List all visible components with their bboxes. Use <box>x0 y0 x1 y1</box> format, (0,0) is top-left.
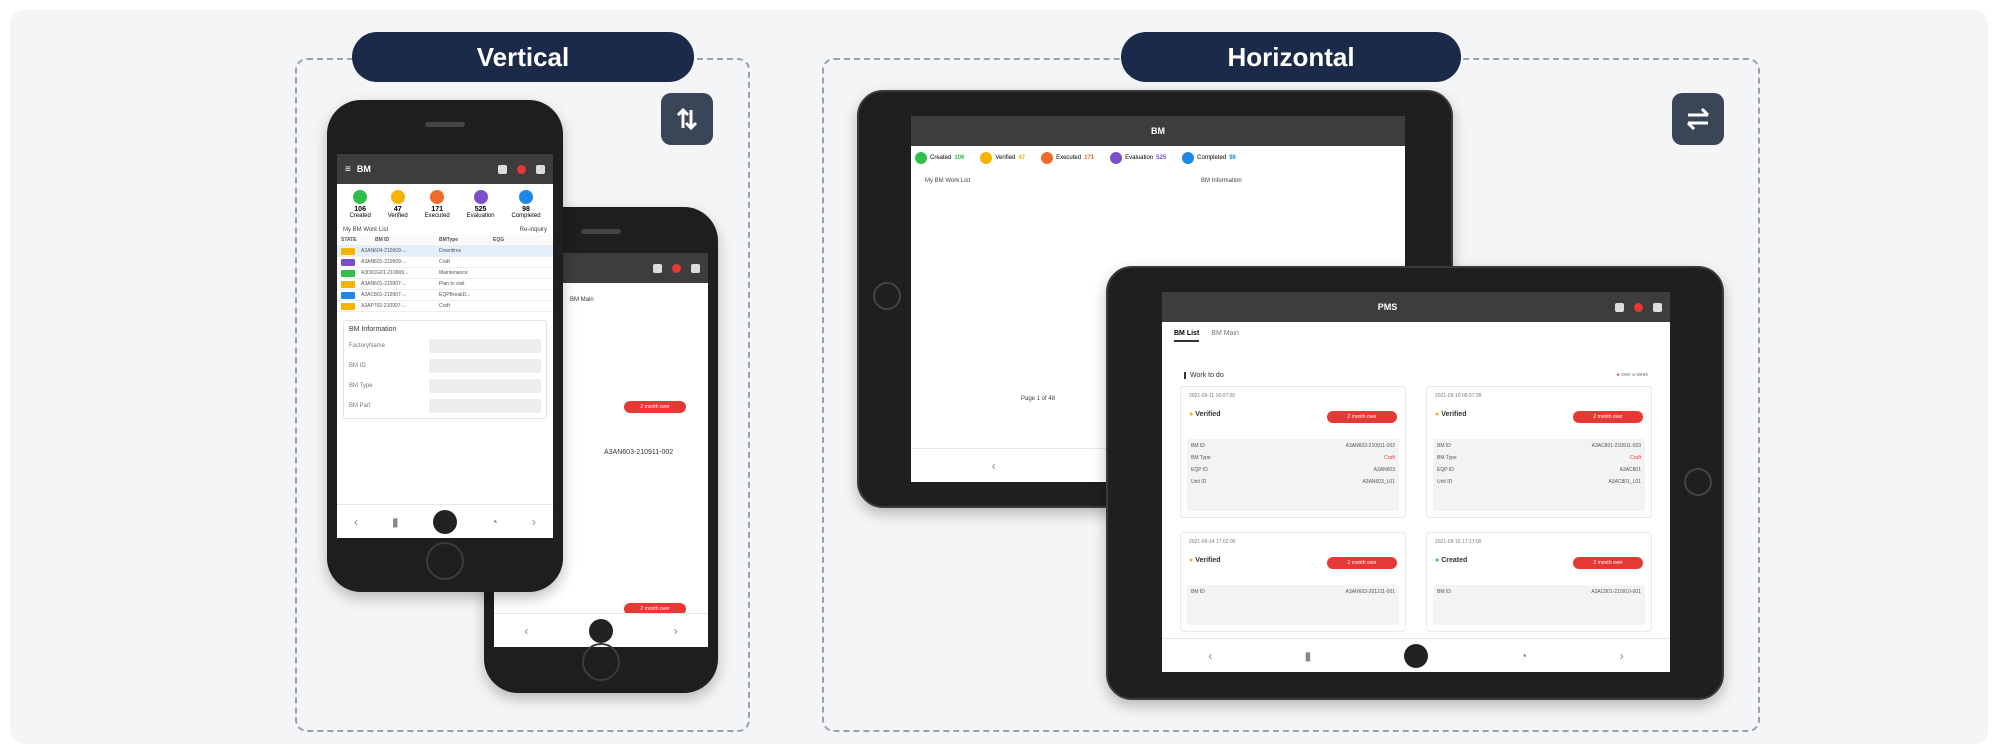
settings-icon[interactable]: ◔ <box>1520 649 1527 663</box>
tab-bm-main[interactable]: BM Main <box>1211 330 1239 342</box>
work-card[interactable]: 2021-09-10 17:17:00 ● Created 2 month ov… <box>1426 532 1652 632</box>
list-title: My BM Work List <box>343 227 389 233</box>
front-tablet-title: PMS <box>1377 302 1398 312</box>
front-tablet-screen: PMS BM List BM Main Work to do ● over a … <box>1162 292 1670 672</box>
stat-completed[interactable]: Completed 98 <box>1182 152 1236 164</box>
back-phone-item-id: A3AN603-210911-002 <box>604 449 674 456</box>
back-phone-badge-1: 2 month over <box>624 401 686 413</box>
gear-icon[interactable] <box>498 164 507 174</box>
legend-label: ● over a week <box>1616 372 1648 378</box>
work-card[interactable]: 2021-09-11 16:07:00 ● Verified 2 month o… <box>1180 386 1406 518</box>
stat-verified[interactable]: 47 Verified <box>388 190 408 219</box>
notification-icon[interactable] <box>517 164 526 174</box>
center-button[interactable] <box>432 509 457 534</box>
stat-created[interactable]: Created 106 <box>915 152 964 164</box>
settings-icon[interactable]: ◔ <box>491 515 498 529</box>
table-row[interactable]: A3AP702-210907-... Craft <box>337 301 553 312</box>
back-tablet-pagination[interactable]: Page 1 of 48 <box>1021 396 1055 402</box>
work-card[interactable]: 2021-09-14 17:02:00 ● Verified 2 month o… <box>1180 532 1406 632</box>
swap-vertical-icon[interactable] <box>661 93 713 145</box>
info-panel: BM Information FactoryName BM ID BM Type… <box>343 320 547 419</box>
back-tablet-list-title: My BM Work List <box>925 178 971 184</box>
stat-executed[interactable]: 171 Executed <box>425 190 450 219</box>
stat-executed[interactable]: Executed 171 <box>1041 152 1094 164</box>
front-tablet-tabs: BM List BM Main <box>1162 322 1670 342</box>
stat-created[interactable]: 106 Created <box>349 190 371 219</box>
work-card[interactable]: 2021-09-10 09:07:28 ● Verified 2 month o… <box>1426 386 1652 518</box>
reinquiry-button[interactable]: Re-inquiry <box>520 227 547 233</box>
stat-verified[interactable]: Verified 47 <box>980 152 1025 164</box>
center-button[interactable] <box>1403 643 1428 668</box>
front-tablet-bottombar: ‹ ▮ ◔ › <box>1162 638 1670 672</box>
stat-evaluation[interactable]: Evaluation 525 <box>1110 152 1166 164</box>
back-phone-bottombar: ‹ › <box>494 613 708 647</box>
front-phone-screen: ≡ BM 106 Created 47 Verified 171 Executed 5… <box>337 154 553 538</box>
front-phone: ≡ BM 106 Created 47 Verified 171 Executed 5… <box>327 100 563 592</box>
table-row[interactable]: A3AN604-210909-... Downtime <box>337 246 553 257</box>
chart-icon[interactable]: ▮ <box>392 515 399 529</box>
speaker <box>581 229 621 234</box>
section-title: Work to do <box>1184 372 1224 379</box>
home-button[interactable] <box>582 643 620 681</box>
table-row[interactable]: A3AC801-210907-... EQPBreakD... <box>337 290 553 301</box>
home-button[interactable] <box>873 282 901 310</box>
tab-bm-list[interactable]: BM List <box>1174 330 1200 342</box>
home-button[interactable] <box>1684 468 1712 496</box>
notification-icon[interactable] <box>1634 302 1644 312</box>
chart-icon[interactable]: ▮ <box>1305 649 1312 663</box>
front-phone-stats: 106 Created 47 Verified 171 Executed 525 Eva… <box>337 184 553 225</box>
front-tablet: PMS BM List BM Main Work to do ● over a … <box>1106 266 1724 700</box>
list-header: My BM Work List Re-inquiry <box>337 225 553 235</box>
front-tablet-appbar: PMS <box>1162 292 1670 322</box>
menu-icon[interactable]: ≡ <box>345 164 351 175</box>
back-tablet-stats: Created 106 Verified 47 Executed 171 Eva… <box>911 146 1405 170</box>
speaker <box>425 122 465 127</box>
table-header: STATE BM ID BMType EQG <box>337 235 553 246</box>
front-phone-title: BM <box>356 164 371 174</box>
front-phone-bottombar: ‹ ▮ ◔ › <box>337 504 553 538</box>
back-tablet-appbar: BM <box>911 116 1405 146</box>
back-phone-tab[interactable]: BM Main <box>570 297 594 303</box>
stat-evaluation[interactable]: 525 Evaluation <box>467 190 495 219</box>
swap-horizontal-icon[interactable] <box>1672 93 1724 145</box>
logout-icon[interactable] <box>1653 302 1663 312</box>
table-row[interactable]: A3AN601-210907-... Plan to visit <box>337 279 553 290</box>
gear-icon[interactable] <box>1615 302 1625 312</box>
table-row[interactable]: A3D01G01-210909... Maintenance <box>337 268 553 279</box>
center-button[interactable] <box>588 618 613 643</box>
front-phone-appbar: ≡ BM <box>337 154 553 184</box>
vertical-heading: Vertical <box>352 32 694 82</box>
table-row[interactable]: A3AN601-210909-... Craft <box>337 257 553 268</box>
back-tablet-info-title: BM Information <box>1201 178 1242 184</box>
horizontal-heading: Horizontal <box>1121 32 1461 82</box>
stat-completed[interactable]: 98 Completed <box>512 190 541 219</box>
home-button[interactable] <box>426 542 464 580</box>
logout-icon[interactable] <box>536 164 545 174</box>
